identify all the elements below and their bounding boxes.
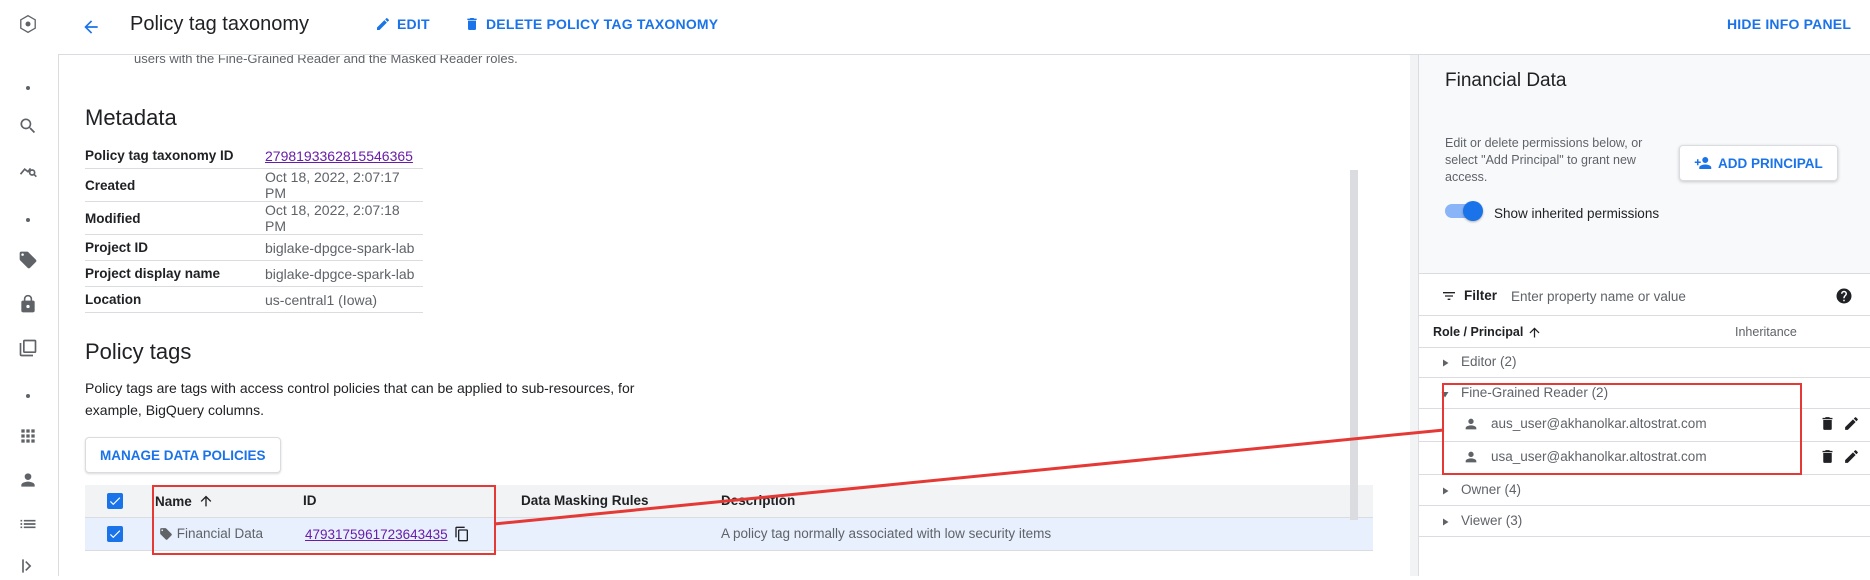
- caret-right-icon[interactable]: [1439, 515, 1451, 531]
- role-row-owner[interactable]: Owner (4): [1419, 475, 1870, 506]
- rail-dot: [26, 86, 30, 90]
- principal-row[interactable]: aus_user@akhanolkar.altostrat.com: [1419, 409, 1870, 442]
- info-panel-header: Financial Data Edit or delete permission…: [1419, 55, 1870, 274]
- add-person-icon: [1694, 157, 1712, 169]
- panel-divider: [1410, 55, 1418, 576]
- metadata-table: Policy tag taxonomy ID 27981933628155463…: [85, 143, 423, 313]
- bigquery-logo-icon[interactable]: [14, 10, 42, 38]
- role-row-editor[interactable]: Editor (2): [1419, 347, 1870, 378]
- col-description[interactable]: Description: [721, 493, 795, 508]
- col-role-principal[interactable]: Role / Principal: [1433, 325, 1542, 340]
- filter-icon: [1441, 288, 1457, 307]
- person-icon: [1463, 416, 1479, 435]
- principals-table-header: Role / Principal Inheritance: [1419, 317, 1870, 348]
- copy-layers-icon[interactable]: [14, 334, 42, 362]
- policy-tag-name[interactable]: Financial Data: [159, 526, 263, 541]
- copy-icon[interactable]: [454, 526, 470, 545]
- show-inherited-label: Show inherited permissions: [1494, 206, 1660, 221]
- back-arrow-icon[interactable]: [78, 14, 104, 40]
- delete-principal-icon[interactable]: [1819, 448, 1836, 468]
- policy-tag-id-link[interactable]: 4793175961723643435: [305, 527, 448, 542]
- edit-button[interactable]: EDIT: [375, 16, 430, 32]
- col-name[interactable]: Name: [155, 493, 214, 512]
- policy-tag-description: A policy tag normally associated with lo…: [721, 526, 1052, 541]
- main-content: users with the Fine-Grained Reader and t…: [58, 55, 1410, 576]
- search-icon[interactable]: [14, 112, 42, 140]
- rail-dot: [26, 218, 30, 222]
- rail-dot: [26, 394, 30, 398]
- person-icon: [1463, 449, 1479, 468]
- tag-icon[interactable]: [14, 246, 42, 274]
- role-row-viewer[interactable]: Viewer (3): [1419, 506, 1870, 537]
- edit-principal-icon[interactable]: [1843, 448, 1860, 468]
- metadata-row: Modified Oct 18, 2022, 2:07:18 PM: [85, 201, 423, 235]
- caret-down-icon[interactable]: [1439, 387, 1451, 403]
- info-panel: Financial Data Edit or delete permission…: [1418, 55, 1870, 576]
- lock-icon[interactable]: [14, 290, 42, 318]
- info-panel-title: Financial Data: [1445, 70, 1567, 91]
- analytics-search-icon[interactable]: [14, 156, 42, 184]
- filter-input[interactable]: [1509, 283, 1813, 309]
- page-header: Policy tag taxonomy EDIT DELETE POLICY T…: [58, 0, 1870, 55]
- filter-bar: Filter: [1419, 277, 1870, 316]
- help-icon[interactable]: [1835, 287, 1853, 308]
- tag-icon: [159, 526, 173, 541]
- filter-label: Filter: [1464, 288, 1498, 303]
- person-icon[interactable]: [14, 466, 42, 494]
- pencil-icon: [377, 18, 389, 30]
- col-data-masking-rules[interactable]: Data Masking Rules: [521, 493, 649, 508]
- col-id[interactable]: ID: [303, 493, 317, 508]
- delete-principal-icon[interactable]: [1819, 415, 1836, 435]
- check-icon: [109, 497, 121, 506]
- apps-grid-icon[interactable]: [14, 422, 42, 450]
- taxonomy-id-link[interactable]: 2798193362815546365: [265, 148, 413, 164]
- role-row-fine-grained-reader[interactable]: Fine-Grained Reader (2): [1419, 378, 1870, 409]
- select-all-checkbox[interactable]: [107, 493, 123, 509]
- metadata-row: Policy tag taxonomy ID 27981933628155463…: [85, 143, 423, 169]
- info-panel-help-text: Edit or delete permissions below, or sel…: [1445, 136, 1643, 184]
- show-inherited-toggle[interactable]: [1445, 201, 1483, 221]
- hide-info-panel-button[interactable]: HIDE INFO PANEL: [1727, 16, 1851, 32]
- caret-right-icon[interactable]: [1439, 356, 1451, 372]
- left-nav-rail: [0, 0, 59, 576]
- col-inheritance[interactable]: Inheritance: [1735, 325, 1797, 339]
- policy-tags-table: Name ID Data Masking Rules Description F…: [85, 485, 1373, 551]
- list-icon[interactable]: [14, 510, 42, 538]
- row-checkbox[interactable]: [107, 526, 123, 542]
- edit-principal-icon[interactable]: [1843, 415, 1860, 435]
- add-principal-button[interactable]: ADD PRINCIPAL: [1679, 145, 1838, 181]
- sort-up-icon: [198, 493, 214, 512]
- manage-data-policies-button[interactable]: MANAGE DATA POLICIES: [85, 437, 281, 473]
- delete-taxonomy-button[interactable]: DELETE POLICY TAG TAXONOMY: [464, 16, 718, 32]
- table-header-row: Name ID Data Masking Rules Description: [85, 485, 1373, 518]
- principal-row[interactable]: usa_user@akhanolkar.altostrat.com: [1419, 442, 1870, 475]
- metadata-row: Created Oct 18, 2022, 2:07:17 PM: [85, 168, 423, 202]
- sort-up-icon: [1529, 327, 1540, 338]
- trash-icon: [467, 18, 477, 30]
- table-row[interactable]: Financial Data 4793175961723643435 A pol…: [85, 518, 1373, 551]
- metadata-row: Location us-central1 (Iowa): [85, 286, 423, 313]
- main-scrollbar[interactable]: [1350, 170, 1358, 520]
- policy-tags-description: Policy tags are tags with access control…: [85, 380, 635, 418]
- policy-tag-id: 4793175961723643435: [305, 526, 470, 545]
- truncated-description: users with the Fine-Grained Reader and t…: [134, 55, 518, 66]
- metadata-row: Project ID biglake-dpgce-spark-lab: [85, 234, 423, 261]
- check-icon: [109, 530, 121, 539]
- page-title: Policy tag taxonomy: [130, 13, 309, 35]
- policy-tags-title: Policy tags: [85, 339, 192, 364]
- principal-email: usa_user@akhanolkar.altostrat.com: [1491, 449, 1707, 464]
- caret-right-icon[interactable]: [1439, 484, 1451, 500]
- metadata-row: Project display name biglake-dpgce-spark…: [85, 260, 423, 287]
- metadata-title: Metadata: [85, 105, 177, 130]
- principal-email: aus_user@akhanolkar.altostrat.com: [1491, 416, 1707, 431]
